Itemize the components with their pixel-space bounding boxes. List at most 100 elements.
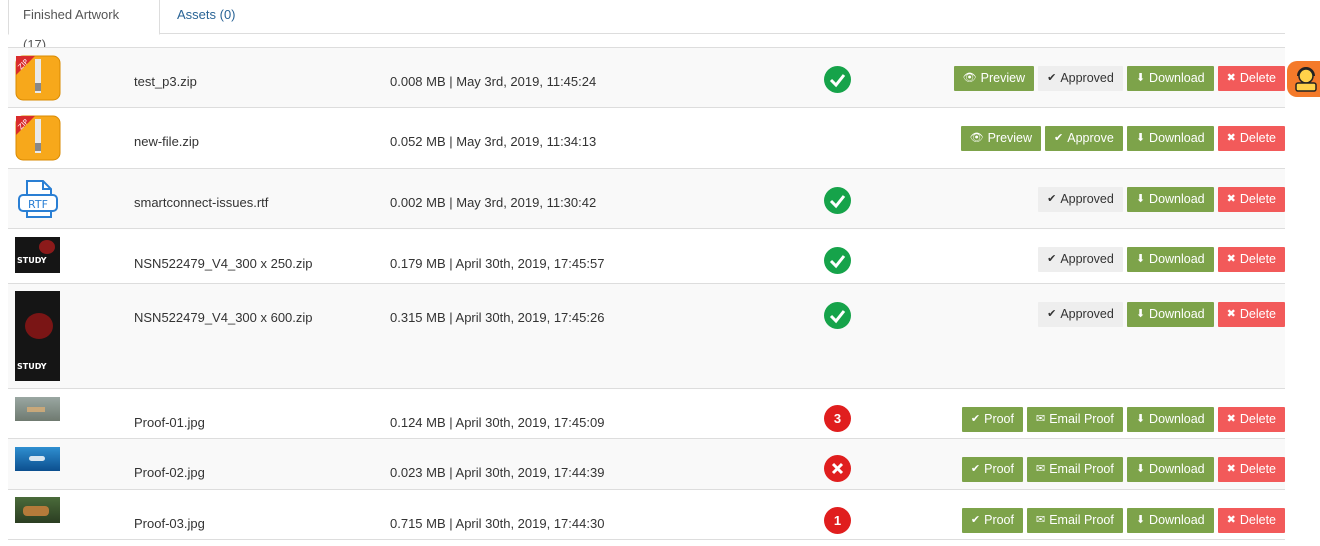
download-icon: ⬇ <box>1135 413 1146 425</box>
file-name[interactable]: test_p3.zip <box>134 74 197 89</box>
email-proof-button[interactable]: ✉ Email Proof <box>1027 457 1123 482</box>
download-button[interactable]: ⬇ Download <box>1126 302 1214 327</box>
check-circle-icon: ✔ <box>1047 253 1057 265</box>
check-circle-icon: ✔ <box>970 463 981 475</box>
close-icon: ✖ <box>1226 132 1236 144</box>
help-side-tab[interactable] <box>1287 61 1320 97</box>
row-actions: ✔ Approved ⬇ Download ✖ Delete <box>1038 302 1285 327</box>
close-icon: ✖ <box>1226 413 1236 425</box>
delete-button[interactable]: ✖ Delete <box>1217 457 1285 482</box>
download-button[interactable]: ⬇ Download <box>1126 126 1214 151</box>
file-meta: 0.023 MB | April 30th, 2019, 17:44:39 <box>390 465 605 480</box>
file-name[interactable]: NSN522479_V4_300 x 600.zip <box>134 310 313 325</box>
approve-label: Approve <box>1067 131 1114 145</box>
tab-finished-artwork[interactable]: Finished Artwork (17) <box>8 0 160 52</box>
email-proof-label: Email Proof <box>1049 513 1114 527</box>
download-label: Download <box>1149 252 1205 266</box>
file-name[interactable]: Proof-01.jpg <box>134 415 205 430</box>
rtf-file-icon: RTF <box>18 180 58 218</box>
file-meta: 0.124 MB | April 30th, 2019, 17:45:09 <box>390 415 605 430</box>
envelope-icon: ✉ <box>1036 463 1046 475</box>
email-proof-button[interactable]: ✉ Email Proof <box>1027 508 1123 533</box>
file-meta: 0.715 MB | April 30th, 2019, 17:44:30 <box>390 516 605 531</box>
download-label: Download <box>1149 131 1205 145</box>
preview-button[interactable]: 👁 Preview <box>960 126 1042 151</box>
delete-button[interactable]: ✖ Delete <box>1217 508 1285 533</box>
row-actions: ✔ Approved ⬇ Download ✖ Delete <box>1038 187 1285 212</box>
check-circle-icon: ✔ <box>1047 193 1057 205</box>
rejected-x-icon <box>824 455 851 482</box>
revision-count-badge: 3 <box>824 405 851 432</box>
download-icon: ⬇ <box>1135 253 1146 265</box>
download-button[interactable]: ⬇ Download <box>1126 66 1214 91</box>
delete-button[interactable]: ✖ Delete <box>1217 302 1285 327</box>
approved-button[interactable]: ✔ Approved <box>1038 187 1123 212</box>
approved-button[interactable]: ✔ Approved <box>1038 302 1123 327</box>
delete-label: Delete <box>1239 462 1276 476</box>
download-button[interactable]: ⬇ Download <box>1126 457 1214 482</box>
email-proof-label: Email Proof <box>1049 412 1114 426</box>
table-row: ZIP new-file.zip 0.052 MB | May 3rd, 201… <box>8 108 1285 169</box>
delete-label: Delete <box>1239 252 1276 266</box>
delete-button[interactable]: ✖ Delete <box>1217 247 1285 272</box>
proof-image-thumbnail <box>15 497 60 523</box>
approved-label: Approved <box>1060 192 1114 206</box>
download-button[interactable]: ⬇ Download <box>1126 247 1214 272</box>
close-icon: ✖ <box>1226 72 1236 84</box>
download-label: Download <box>1149 192 1205 206</box>
file-meta: 0.315 MB | April 30th, 2019, 17:45:26 <box>390 310 605 325</box>
eye-icon: 👁 <box>962 72 977 84</box>
delete-button[interactable]: ✖ Delete <box>1217 66 1285 91</box>
download-icon: ⬇ <box>1135 514 1146 526</box>
proof-button[interactable]: ✔ Proof <box>961 508 1023 533</box>
proof-button[interactable]: ✔ Proof <box>961 407 1023 432</box>
download-label: Download <box>1149 462 1205 476</box>
revision-count-badge: 1 <box>824 507 851 534</box>
download-icon: ⬇ <box>1135 463 1146 475</box>
study-banner-thumbnail: STUDY <box>15 291 60 381</box>
file-name[interactable]: Proof-02.jpg <box>134 465 205 480</box>
delete-button[interactable]: ✖ Delete <box>1217 407 1285 432</box>
file-meta: 0.002 MB | May 3rd, 2019, 11:30:42 <box>390 195 597 210</box>
table-row: STUDY NSN522479_V4_300 x 600.zip 0.315 M… <box>8 284 1285 389</box>
file-table: ZIP test_p3.zip 0.008 MB | May 3rd, 2019… <box>8 47 1285 540</box>
approved-check-icon <box>824 66 851 93</box>
table-row: ZIP test_p3.zip 0.008 MB | May 3rd, 2019… <box>8 48 1285 108</box>
file-meta: 0.008 MB | May 3rd, 2019, 11:45:24 <box>390 74 597 89</box>
table-row: RTF smartconnect-issues.rtf 0.002 MB | M… <box>8 169 1285 229</box>
file-name[interactable]: new-file.zip <box>134 134 199 149</box>
check-circle-icon: ✔ <box>970 514 981 526</box>
eye-icon: 👁 <box>969 132 984 144</box>
row-actions: ✔ Proof ✉ Email Proof ⬇ Download ✖ Delete <box>961 508 1285 533</box>
delete-label: Delete <box>1239 513 1276 527</box>
delete-label: Delete <box>1239 307 1276 321</box>
file-name[interactable]: smartconnect-issues.rtf <box>134 195 268 210</box>
download-button[interactable]: ⬇ Download <box>1126 508 1214 533</box>
preview-button[interactable]: 👁 Preview <box>953 66 1035 91</box>
thumbnail-text: STUDY <box>17 256 47 265</box>
delete-button[interactable]: ✖ Delete <box>1217 126 1285 151</box>
approved-label: Approved <box>1060 71 1114 85</box>
download-button[interactable]: ⬇ Download <box>1126 187 1214 212</box>
file-name[interactable]: Proof-03.jpg <box>134 516 205 531</box>
approved-button[interactable]: ✔ Approved <box>1038 247 1123 272</box>
delete-label: Delete <box>1239 412 1276 426</box>
table-row: Proof-02.jpg 0.023 MB | April 30th, 2019… <box>8 439 1285 490</box>
approved-button[interactable]: ✔ Approved <box>1038 66 1123 91</box>
email-proof-button[interactable]: ✉ Email Proof <box>1027 407 1123 432</box>
file-name[interactable]: NSN522479_V4_300 x 250.zip <box>134 256 313 271</box>
download-button[interactable]: ⬇ Download <box>1126 407 1214 432</box>
proof-label: Proof <box>984 462 1014 476</box>
close-icon: ✖ <box>1226 253 1236 265</box>
delete-label: Delete <box>1239 131 1276 145</box>
delete-button[interactable]: ✖ Delete <box>1217 187 1285 212</box>
delete-label: Delete <box>1239 71 1276 85</box>
close-icon: ✖ <box>1226 514 1236 526</box>
approve-button[interactable]: ✔ Approve <box>1045 126 1123 151</box>
envelope-icon: ✉ <box>1036 413 1046 425</box>
proof-image-thumbnail <box>15 447 60 471</box>
check-circle-icon: ✔ <box>1047 72 1057 84</box>
file-meta: 0.179 MB | April 30th, 2019, 17:45:57 <box>390 256 605 271</box>
proof-button[interactable]: ✔ Proof <box>961 457 1023 482</box>
tab-assets[interactable]: Assets (0) <box>163 0 250 35</box>
